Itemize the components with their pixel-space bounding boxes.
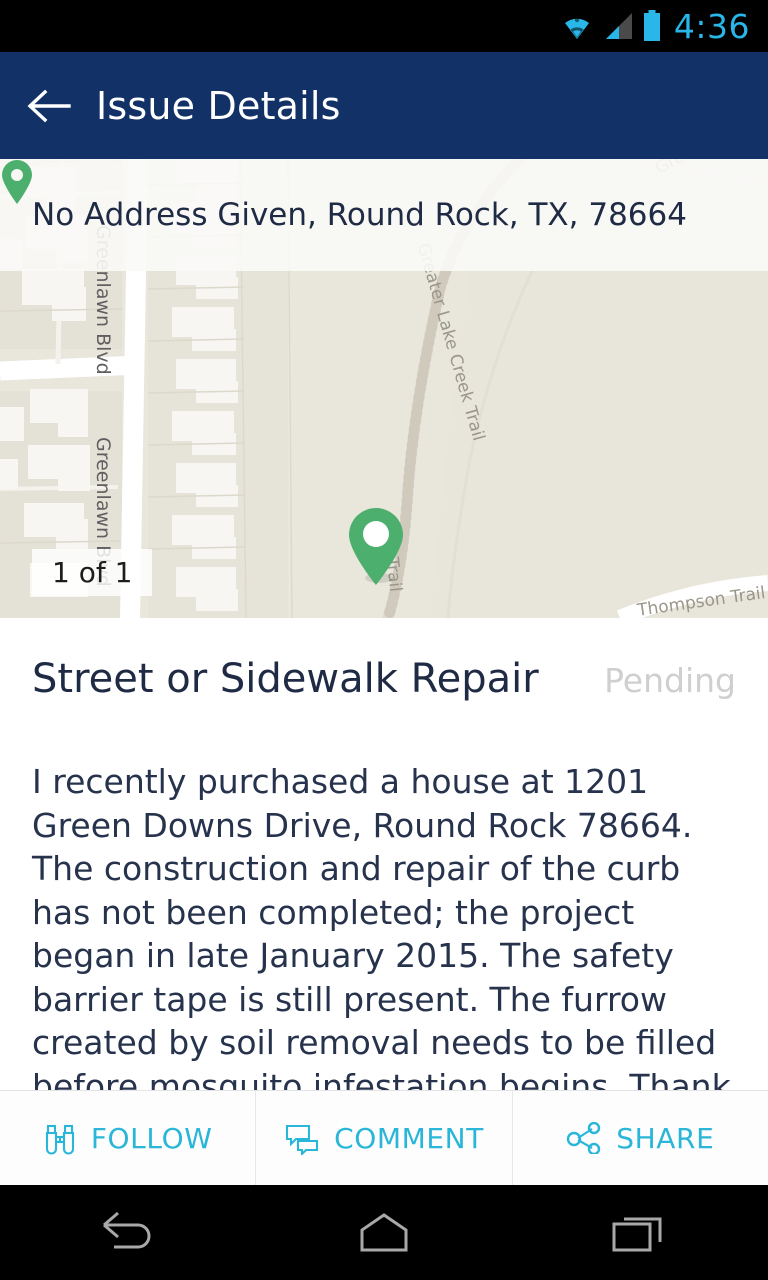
android-home-button[interactable] xyxy=(309,1185,459,1280)
share-button[interactable]: SHARE xyxy=(511,1091,768,1185)
comment-button[interactable]: COMMENT xyxy=(255,1091,512,1185)
android-recents-icon xyxy=(612,1217,662,1251)
android-back-icon xyxy=(103,1211,151,1248)
issue-title-row: Street or Sidewalk Repair Pending xyxy=(0,618,768,702)
app-bar: Issue Details xyxy=(0,52,768,159)
map-view[interactable]: Greenlawn Blvd Greenlawn Blvd Greater La… xyxy=(0,159,768,618)
share-label: SHARE xyxy=(616,1121,715,1155)
phone-screen: 4:36 Issue Details Greenlawn Blvd Greenl… xyxy=(0,0,768,1280)
share-nodes-icon xyxy=(567,1122,601,1154)
follow-button[interactable]: FOLLOW xyxy=(0,1091,256,1185)
android-navigation-bar xyxy=(0,1185,768,1280)
location-pin-icon xyxy=(2,160,32,204)
follow-label: FOLLOW xyxy=(90,1121,213,1155)
address-bar: No Address Given, Round Rock, TX, 78664 xyxy=(0,159,768,271)
android-back-button[interactable] xyxy=(53,1185,203,1280)
issue-title: Street or Sidewalk Repair xyxy=(32,656,539,702)
issue-description: I recently purchased a house at 1201 Gre… xyxy=(32,762,731,1090)
wifi-icon xyxy=(564,17,589,39)
issue-address: No Address Given, Round Rock, TX, 78664 xyxy=(32,197,687,233)
battery-icon xyxy=(643,10,660,41)
back-arrow-icon xyxy=(27,89,71,122)
page-title: Issue Details xyxy=(96,83,341,128)
android-recents-button[interactable] xyxy=(565,1185,715,1280)
action-bar: FOLLOW COMMENT SHARE xyxy=(0,1090,768,1185)
android-home-icon xyxy=(360,1212,408,1251)
comment-bubbles-icon xyxy=(286,1124,319,1155)
cellular-signal-icon xyxy=(605,13,632,39)
comment-label: COMMENT xyxy=(334,1121,484,1155)
photo-count-badge: 1 of 1 xyxy=(32,549,153,596)
binoculars-icon xyxy=(45,1124,74,1155)
back-button[interactable] xyxy=(0,52,96,159)
issue-content: Street or Sidewalk Repair Pending I rece… xyxy=(0,618,768,1090)
status-bar-clock: 4:36 xyxy=(673,6,750,46)
status-bar: 4:36 xyxy=(0,0,768,52)
status-badge: Pending xyxy=(604,661,736,700)
